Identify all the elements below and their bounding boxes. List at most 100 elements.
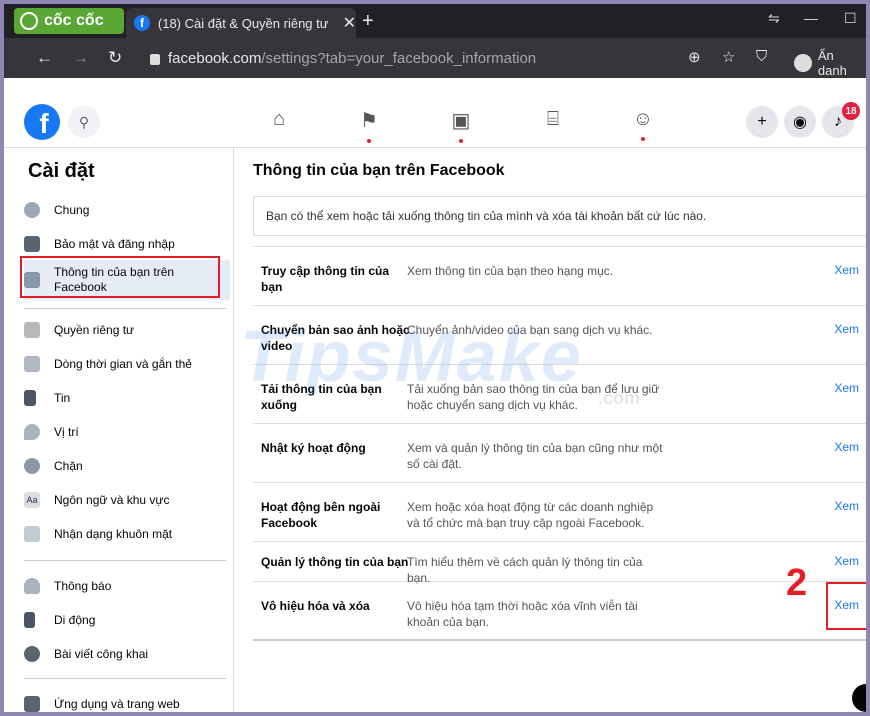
- browser-logo[interactable]: cốc cốc: [14, 8, 124, 34]
- sidebar-divider: [24, 560, 226, 561]
- lock-icon: [24, 322, 40, 338]
- maximize-icon[interactable]: ☐: [844, 10, 857, 27]
- gear-icon: [24, 202, 40, 218]
- url-field[interactable]: facebook.com/settings?tab=your_facebook_…: [150, 50, 536, 67]
- marketplace-icon[interactable]: ⌸: [538, 108, 568, 131]
- cube-icon: [24, 696, 40, 712]
- forward-icon[interactable]: →: [72, 48, 89, 68]
- sidebar-item-public-posts[interactable]: Bài viết công khai: [24, 646, 230, 662]
- lock-icon: [150, 53, 160, 65]
- tag-icon: [24, 356, 40, 372]
- sidebar-item-notifications[interactable]: Thông báo: [24, 578, 230, 594]
- highlight-box-step2: [826, 582, 866, 630]
- back-icon[interactable]: ←: [36, 48, 53, 68]
- browser-tab[interactable]: f (18) Cài đặt & Quyền riêng tư ✕: [126, 8, 356, 38]
- view-link[interactable]: Xem: [834, 263, 859, 277]
- sidebar-item-security[interactable]: Bảo mật và đăng nhập: [24, 236, 230, 252]
- sidebar-item-label: Ngôn ngữ và khu vực: [54, 493, 170, 507]
- info-notice: Bạn có thể xem hoặc tải xuống thông tin …: [253, 196, 866, 236]
- incognito-indicator[interactable]: Ẩn danh: [794, 48, 866, 78]
- view-link[interactable]: Xem: [834, 499, 859, 513]
- list-item: Truy cập thông tin của bạn Xem thông tin…: [253, 247, 866, 306]
- facebook-favicon-icon: f: [134, 15, 150, 31]
- sidebar-item-label: Di động: [54, 613, 96, 627]
- phone-icon: [24, 612, 35, 628]
- globe-icon: [24, 646, 40, 662]
- sidebar-item-language[interactable]: Aa Ngôn ngữ và khu vực: [24, 492, 230, 508]
- sidebar-item-timeline[interactable]: Dòng thời gian và gắn thẻ: [24, 356, 230, 372]
- flag-icon[interactable]: ⚑: [354, 108, 384, 143]
- sidebar-divider: [24, 308, 226, 309]
- sidebar-item-label: Tin: [54, 391, 71, 405]
- url-domain: facebook.com: [168, 50, 262, 67]
- sidebar-item-face-recognition[interactable]: Nhận dạng khuôn mặt: [24, 526, 230, 542]
- sidebar-item-label: Bảo mật và đăng nhập: [54, 237, 175, 251]
- view-link[interactable]: Xem: [834, 322, 859, 336]
- view-link[interactable]: Xem: [834, 381, 859, 395]
- new-dot: [641, 137, 645, 141]
- sidebar-item-label: Thông báo: [54, 579, 112, 593]
- new-tab-button[interactable]: +: [362, 10, 374, 33]
- minimize-icon[interactable]: —: [804, 10, 818, 26]
- sidebar-divider: [24, 678, 226, 679]
- incognito-label: Ẩn danh: [817, 48, 847, 78]
- bookmark-star-icon[interactable]: ☆: [722, 48, 735, 66]
- book-icon: [24, 390, 36, 406]
- close-tab-icon[interactable]: ✕: [343, 13, 356, 33]
- list-item: Hoạt động bên ngoài Facebook Xem hoặc xó…: [253, 483, 866, 542]
- browser-tab-strip: cốc cốc f (18) Cài đặt & Quyền riêng tư …: [4, 4, 866, 38]
- face-icon: [24, 526, 40, 542]
- language-icon: Aa: [24, 492, 40, 508]
- sidebar-item-label: Vị trí: [54, 425, 79, 439]
- address-bar: ← → ↻ facebook.com/settings?tab=your_fac…: [4, 38, 866, 78]
- watermark-suffix: .com: [598, 388, 641, 408]
- new-dot: [459, 139, 463, 143]
- sidebar-item-mobile[interactable]: Di động: [24, 612, 230, 628]
- page-title: Thông tin của bạn trên Facebook: [253, 162, 505, 179]
- sidebar-item-label: Nhận dạng khuôn mặt: [54, 527, 173, 541]
- row-title: Hoạt động bên ngoài Facebook: [261, 500, 381, 530]
- sidebar-title: Cài đặt: [28, 160, 95, 182]
- tab-search-icon[interactable]: ⇋: [768, 10, 780, 27]
- list-item: Quản lý thông tin của bạn Tìm hiểu thêm …: [253, 542, 866, 585]
- block-user-icon: [24, 458, 40, 474]
- row-title: Quản lý thông tin của bạn: [261, 555, 409, 569]
- sidebar-item-label: Chung: [54, 203, 90, 217]
- sidebar-item-label: Quyền riêng tư: [54, 323, 135, 337]
- sidebar-item-location[interactable]: Vị trí: [24, 424, 230, 440]
- row-description: Xem hoặc xóa hoạt động từ các doanh nghi…: [407, 500, 654, 530]
- home-icon[interactable]: ⌂: [264, 108, 294, 131]
- list-item: Vô hiệu hóa và xóa Vô hiệu hóa tạm thời …: [253, 582, 866, 641]
- url-path: /settings?tab=your_facebook_information: [261, 50, 537, 67]
- view-link[interactable]: Xem: [834, 440, 859, 454]
- watermark: TipsMake: [240, 317, 583, 397]
- bell-icon: [24, 578, 40, 594]
- screenshot-frame: cốc cốc f (18) Cài đặt & Quyền riêng tư …: [0, 0, 870, 716]
- sidebar-item-apps[interactable]: Ứng dụng và trang web: [24, 696, 230, 712]
- sidebar-item-privacy[interactable]: Quyền riêng tư: [24, 322, 230, 338]
- pin-icon: [24, 424, 40, 440]
- shield-extension-icon[interactable]: ⛉: [756, 48, 767, 65]
- list-item: Nhật ký hoạt động Xem và quản lý thông t…: [253, 424, 866, 483]
- row-description: Vô hiệu hóa tạm thời hoặc xóa vĩnh viễn …: [407, 599, 638, 629]
- sidebar-item-general[interactable]: Chung: [24, 202, 230, 218]
- row-description: Xem thông tin của bạn theo hạng mục.: [407, 264, 614, 278]
- groups-icon[interactable]: ☺: [628, 108, 658, 141]
- browser-brand-label: cốc cốc: [44, 12, 104, 29]
- zoom-icon[interactable]: ⊕: [688, 48, 701, 66]
- sidebar-item-stories[interactable]: Tin: [24, 390, 230, 406]
- watch-icon[interactable]: ▣: [446, 108, 476, 143]
- notification-badge: 18: [842, 102, 860, 120]
- settings-list: Truy cập thông tin của bạn Xem thông tin…: [253, 246, 866, 641]
- sidebar-item-label: Ứng dụng và trang web: [54, 697, 180, 711]
- create-icon[interactable]: +: [746, 106, 778, 138]
- row-description: Xem và quản lý thông tin của bạn cũng nh…: [407, 441, 663, 471]
- row-title: Truy cập thông tin của bạn: [261, 264, 390, 294]
- messenger-icon[interactable]: ◉: [784, 106, 816, 138]
- reload-icon[interactable]: ↻: [108, 48, 122, 68]
- facebook-logo-icon[interactable]: f: [24, 104, 60, 140]
- view-link[interactable]: Xem: [834, 554, 859, 568]
- sidebar-item-blocking[interactable]: Chặn: [24, 458, 230, 474]
- search-icon[interactable]: ⚲: [68, 106, 100, 138]
- shield-icon: [24, 236, 40, 252]
